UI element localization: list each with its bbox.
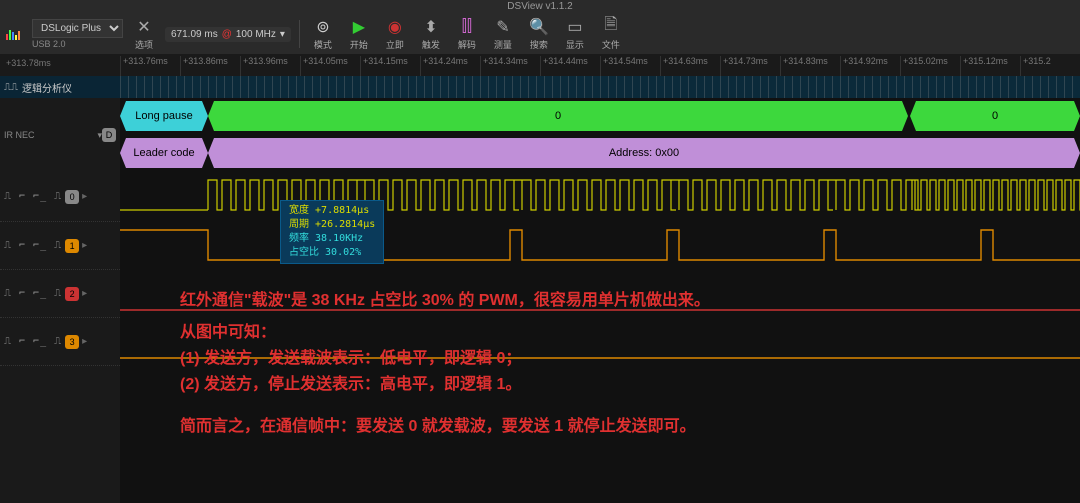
decode-lane-1: Long pause 0 0 [120,98,1080,135]
ruler-tick: +314.24ms [420,56,480,76]
play-icon: ▶ [349,18,369,36]
ruler-tick: +315.2 [1020,56,1080,76]
decode-icon: ⫿⫿ [457,18,477,36]
decode-zero-a: 0 [208,101,908,131]
annotation-2: 从图中可知： [180,320,276,346]
waveform-ch1: 宽度 +7.8814μs 周期 +26.2814μs 频率 38.10KHz 占… [120,222,1080,272]
channel-row[interactable]: ⎍ ⌐ ⌐_ ⎍ 1 ▸ [0,222,120,270]
chevron-right-icon: ▸ [82,336,87,347]
trigger-button[interactable]: ⬍触发 [416,16,446,52]
ruler-origin: +313.78ms [6,58,51,68]
ruler-tick: +314.05ms [300,56,360,76]
decode-zero-b: 0 [910,101,1080,131]
ruler-tick: +314.92ms [840,56,900,76]
channel-row[interactable]: ⎍ ⌐ ⌐_ ⎍ 0 ▸ [0,172,120,222]
wrench-icon: ✕ [134,18,154,36]
channel-badge[interactable]: 1 [65,239,79,253]
waveform-ch0 [120,172,1080,222]
ruler-tick: +313.96ms [240,56,300,76]
ruler-tick: +313.76ms [120,56,180,76]
annotation-3: (1) 发送方，发送载波表示：低电平，即逻辑 0； [180,346,521,372]
ruler-tick: +314.15ms [360,56,420,76]
instant-button[interactable]: ◉立即 [380,16,410,52]
decoder-irnec[interactable]: IR NEC ▾ D [0,98,120,172]
display-button[interactable]: ▭显示 [560,16,590,52]
options-button[interactable]: ✕ 选项 [129,16,159,52]
ruler-tick: +315.02ms [900,56,960,76]
waveform-area[interactable]: Long pause 0 0 Leader code Address: 0x00… [120,76,1080,503]
decode-address: Address: 0x00 [208,138,1080,168]
channel-badge[interactable]: 0 [65,190,79,204]
wave-header [120,76,1080,98]
decoder-badge: D [102,128,116,142]
file-button[interactable]: 🗎文件 [596,16,626,52]
app-logo-icon [6,22,26,46]
usb-label: USB 2.0 [32,39,123,49]
toolbar: DSLogic Plus USB 2.0 ✕ 选项 671.09 ms @ 10… [0,14,1080,54]
measure-tooltip: 宽度 +7.8814μs 周期 +26.2814μs 频率 38.10KHz 占… [280,200,384,264]
channel-badge[interactable]: 3 [65,335,79,349]
decode-button[interactable]: ⫿⫿解码 [452,16,482,52]
title-bar: DSView v1.1.2 [0,0,1080,14]
chevron-down-icon: ▾ [280,29,285,40]
ruler-tick: +314.83ms [780,56,840,76]
record-icon: ◉ [385,18,405,36]
gear-icon: ⊚ [313,18,333,36]
ruler-tick: +314.73ms [720,56,780,76]
decode-long-pause: Long pause [120,101,208,131]
channel-sidebar: ⎍⎍ 逻辑分析仪 IR NEC ▾ D ⎍ ⌐ ⌐_ ⎍ 0 ▸⎍ ⌐ ⌐_ ⎍… [0,76,120,503]
ruler-tick: +314.44ms [540,56,600,76]
chevron-right-icon: ▸ [82,191,87,202]
annotation-4: (2) 发送方，停止发送表示：高电平，即逻辑 1。 [180,372,521,398]
signal-icon: ⎍⎍ [4,82,18,93]
channel-row[interactable]: ⎍ ⌐ ⌐_ ⎍ 3 ▸ [0,318,120,366]
annotation-1: 红外通信"载波"是 38 KHz 占空比 30% 的 PWM，很容易用单片机做出… [180,288,710,314]
edge-icons: ⎍ ⌐ ⌐_ ⎍ [4,336,62,347]
start-button[interactable]: ▶开始 [344,16,374,52]
decode-lane-2: Leader code Address: 0x00 [120,135,1080,172]
sample-rate[interactable]: 671.09 ms @ 100 MHz ▾ [165,27,291,42]
ruler-tick: +314.54ms [600,56,660,76]
device-select[interactable]: DSLogic Plus [32,19,123,38]
edge-icons: ⎍ ⌐ ⌐_ ⎍ [4,240,62,251]
display-icon: ▭ [565,18,585,36]
edge-icons: ⎍ ⌐ ⌐_ ⎍ [4,191,62,202]
chevron-right-icon: ▸ [82,288,87,299]
ruler-tick: +314.34ms [480,56,540,76]
mode-button[interactable]: ⊚模式 [308,16,338,52]
app-title: DSView v1.1.2 [507,1,572,12]
channel-row[interactable]: ⎍ ⌐ ⌐_ ⎍ 2 ▸ [0,270,120,318]
analyzer-header[interactable]: ⎍⎍ 逻辑分析仪 [0,76,120,98]
search-button[interactable]: 🔍搜索 [524,16,554,52]
compass-icon: ✎ [493,18,513,36]
decode-leader: Leader code [120,138,208,168]
time-ruler[interactable]: +313.76ms+313.86ms+313.96ms+314.05ms+314… [120,56,1080,76]
annotation-5: 简而言之，在通信帧中：要发送 0 就发载波，要发送 1 就停止发送即可。 [180,414,696,440]
trigger-icon: ⬍ [421,18,441,36]
search-icon: 🔍 [529,18,549,36]
ruler-tick: +315.12ms [960,56,1020,76]
file-icon: 🗎 [601,18,621,36]
channel-badge[interactable]: 2 [65,287,79,301]
ruler-tick: +314.63ms [660,56,720,76]
measure-button[interactable]: ✎测量 [488,16,518,52]
edge-icons: ⎍ ⌐ ⌐_ ⎍ [4,288,62,299]
chevron-right-icon: ▸ [82,240,87,251]
ruler-tick: +313.86ms [180,56,240,76]
